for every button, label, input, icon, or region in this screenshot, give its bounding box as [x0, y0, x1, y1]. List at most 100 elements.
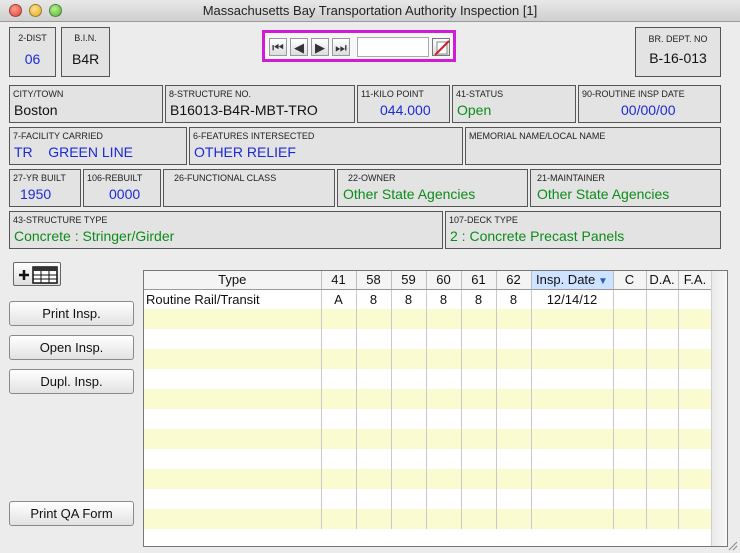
table-row[interactable] — [144, 369, 713, 389]
table-cell — [321, 429, 357, 449]
print-insp-button[interactable]: Print Insp. — [9, 301, 134, 326]
column-header[interactable]: D.A. — [646, 271, 679, 290]
table-cell — [356, 509, 392, 529]
table-row[interactable] — [144, 409, 713, 429]
table-cell — [646, 429, 679, 449]
bin-label: B.I.N. — [74, 33, 97, 43]
table-row[interactable] — [144, 349, 713, 369]
previous-record-icon[interactable]: ◀ — [290, 38, 308, 56]
column-header[interactable]: 61 — [461, 271, 497, 290]
column-header[interactable]: F.A. — [678, 271, 713, 290]
column-header[interactable]: 58 — [356, 271, 392, 290]
table-cell: 8 — [496, 289, 532, 309]
rebuilt-value[interactable]: 0000 — [109, 186, 140, 202]
table-cell — [356, 449, 392, 469]
table-cell — [461, 449, 497, 469]
table-row[interactable] — [144, 309, 713, 329]
table-cell — [496, 349, 532, 369]
table-cell — [613, 389, 647, 409]
resize-grip-icon[interactable] — [726, 539, 738, 551]
kilo-point-value[interactable]: 044.000 — [380, 102, 431, 118]
table-cell — [613, 449, 647, 469]
structure-no-value[interactable]: B16013-B4R-MBT-TRO — [170, 102, 318, 118]
next-record-icon[interactable]: ▶ — [311, 38, 329, 56]
table-row[interactable] — [144, 389, 713, 409]
table-cell: 8 — [391, 289, 427, 309]
table-cell — [646, 389, 679, 409]
table-cell — [531, 509, 614, 529]
table-cell — [613, 349, 647, 369]
table-cell — [321, 329, 357, 349]
table-cell — [391, 409, 427, 429]
structure-type-value[interactable]: Concrete : Stringer/Girder — [14, 228, 174, 244]
owner-value[interactable]: Other State Agencies — [343, 186, 475, 202]
table-row[interactable] — [144, 469, 713, 489]
structure-no-label: 8-STRUCTURE NO. — [169, 89, 252, 99]
table-cell — [321, 409, 357, 429]
dupl-insp-button[interactable]: Dupl. Insp. — [9, 369, 134, 394]
table-cell — [426, 469, 462, 489]
bin-field: B.I.N. B4R — [61, 27, 110, 77]
last-record-icon[interactable]: ⏭ — [332, 38, 350, 56]
routine-insp-date-field: 90-ROUTINE INSP DATE 00/00/00 — [578, 85, 721, 123]
kilo-point-label: 11-KILO POINT — [361, 89, 424, 99]
city-value[interactable]: Boston — [14, 102, 58, 118]
print-qa-form-button[interactable]: Print QA Form — [9, 501, 134, 526]
add-inspection-button[interactable] — [13, 262, 61, 286]
table-row[interactable] — [144, 509, 713, 529]
column-header[interactable]: 62 — [496, 271, 532, 290]
table-cell — [678, 329, 713, 349]
table-row[interactable] — [144, 329, 713, 349]
table-row[interactable] — [144, 449, 713, 469]
column-header[interactable]: Type — [144, 271, 322, 290]
table-cell — [646, 349, 679, 369]
table-cell — [461, 489, 497, 509]
column-header-label: Type — [218, 272, 247, 288]
facility-carried-value[interactable]: TR GREEN LINE — [14, 144, 133, 160]
column-header[interactable]: 59 — [391, 271, 427, 290]
table-cell — [461, 429, 497, 449]
vertical-scrollbar[interactable] — [711, 271, 727, 546]
routine-insp-date-value[interactable]: 00/00/00 — [621, 102, 676, 118]
table-cell — [496, 409, 532, 429]
table-cell — [613, 429, 647, 449]
column-header[interactable]: Insp. Date ▼ — [531, 271, 614, 290]
table-cell — [391, 469, 427, 489]
open-insp-button[interactable]: Open Insp. — [9, 335, 134, 360]
deck-type-value[interactable]: 2 : Concrete Precast Panels — [450, 228, 624, 244]
table-row[interactable]: Routine Rail/Transit A 8 8 8 8 8 12/14/12 — [144, 289, 713, 309]
table-cell — [356, 489, 392, 509]
maintainer-value[interactable]: Other State Agencies — [537, 186, 669, 202]
table-cell — [391, 509, 427, 529]
table-cell — [646, 369, 679, 389]
table-cell — [426, 509, 462, 529]
status-label: 41-STATUS — [456, 89, 504, 99]
status-value[interactable]: Open — [457, 102, 491, 118]
dist-field: 2-DIST 06 — [9, 27, 56, 77]
record-number-field[interactable] — [357, 37, 429, 57]
table-cell — [144, 509, 322, 529]
routine-insp-date-label: 90-ROUTINE INSP DATE — [582, 89, 685, 99]
inspection-form: 2-DIST 06 B.I.N. B4R ⏮ ◀ ▶ ⏭ BR. DEPT. N… — [0, 22, 740, 553]
yr-built-field: 27-YR BUILT 1950 — [9, 169, 81, 207]
table-cell — [613, 409, 647, 429]
inspections-table[interactable]: Type 41 58 59 60 61 62 Insp. Date ▼ C D.A. F.A. Ro… — [143, 270, 728, 547]
first-record-icon[interactable]: ⏮ — [269, 38, 287, 56]
table-row[interactable] — [144, 489, 713, 509]
table-cell — [678, 489, 713, 509]
features-intersected-value[interactable]: OTHER RELIEF — [194, 144, 296, 160]
table-cell — [461, 509, 497, 529]
delete-record-icon[interactable] — [432, 38, 450, 56]
window-title: Massachusetts Bay Transportation Authori… — [202, 3, 538, 18]
column-header[interactable]: 60 — [426, 271, 462, 290]
column-header[interactable]: C — [613, 271, 647, 290]
yr-built-value[interactable]: 1950 — [20, 186, 51, 202]
table-cell — [678, 369, 713, 389]
table-cell — [613, 489, 647, 509]
table-row[interactable] — [144, 429, 713, 449]
table-cell — [426, 489, 462, 509]
table-cell — [356, 309, 392, 329]
table-cell — [678, 469, 713, 489]
add-record-icon — [19, 266, 58, 284]
column-header[interactable]: 41 — [321, 271, 357, 290]
